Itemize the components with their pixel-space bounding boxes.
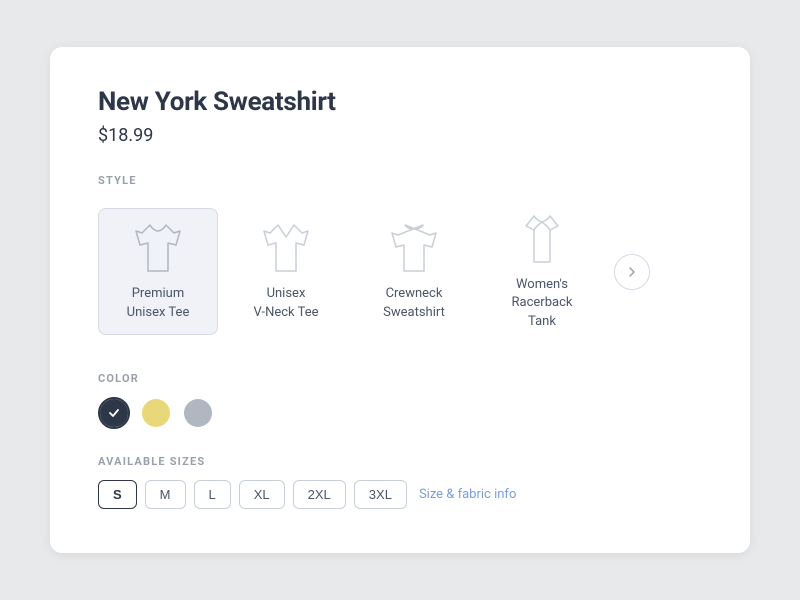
style-option-label-vneck: UnisexV-Neck Tee — [253, 285, 318, 321]
style-section: STYLE PremiumUnisex Tee UnisexV-Neck Tee — [98, 174, 702, 344]
color-section: COLOR — [98, 372, 702, 429]
color-inner-pale-yellow — [142, 399, 170, 427]
size-button-xl[interactable]: XL — [239, 480, 285, 509]
color-swatch-light-grey[interactable] — [182, 397, 214, 429]
size-button-s[interactable]: S — [98, 480, 137, 509]
size-button-2xl[interactable]: 2XL — [293, 480, 346, 509]
color-swatch-pale-yellow[interactable] — [140, 397, 172, 429]
style-option-label-racerback: Women'sRacerback Tank — [499, 276, 585, 331]
sizes-section: AVAILABLE SIZES S M L XL 2XL 3XL Size & … — [98, 455, 702, 509]
product-card: New York Sweatshirt $18.99 STYLE Premium… — [50, 47, 750, 553]
tank-icon-racerback — [518, 212, 566, 268]
style-next-button[interactable] — [614, 254, 650, 290]
tshirt-icon-crewneck — [390, 221, 438, 277]
size-button-m[interactable]: M — [145, 480, 186, 509]
sizes-label: AVAILABLE SIZES — [98, 455, 702, 468]
style-option-label-premium: PremiumUnisex Tee — [127, 285, 190, 321]
product-price: $18.99 — [98, 125, 702, 146]
color-inner-light-grey — [184, 399, 212, 427]
tshirt-icon-vneck — [262, 221, 310, 277]
size-button-l[interactable]: L — [194, 480, 231, 509]
checkmark-icon — [107, 406, 121, 420]
chevron-right-icon — [624, 264, 640, 280]
color-inner-dark-navy — [100, 399, 128, 427]
color-swatch-dark-navy[interactable] — [98, 397, 130, 429]
size-fabric-link[interactable]: Size & fabric info — [419, 487, 516, 502]
style-option-label-crewneck: CrewneckSweatshirt — [383, 285, 445, 321]
size-button-3xl[interactable]: 3XL — [354, 480, 407, 509]
product-title: New York Sweatshirt — [98, 87, 702, 117]
style-label: STYLE — [98, 174, 702, 187]
style-option-crewneck[interactable]: CrewneckSweatshirt — [354, 208, 474, 334]
style-option-vneck[interactable]: UnisexV-Neck Tee — [226, 208, 346, 334]
color-options — [98, 397, 702, 429]
style-option-racerback[interactable]: Women'sRacerback Tank — [482, 199, 602, 344]
style-option-premium-unisex-tee[interactable]: PremiumUnisex Tee — [98, 208, 218, 334]
tshirt-icon-premium — [134, 221, 182, 277]
color-label: COLOR — [98, 372, 702, 385]
style-options: PremiumUnisex Tee UnisexV-Neck Tee Crewn… — [98, 199, 702, 344]
size-options: S M L XL 2XL 3XL Size & fabric info — [98, 480, 702, 509]
